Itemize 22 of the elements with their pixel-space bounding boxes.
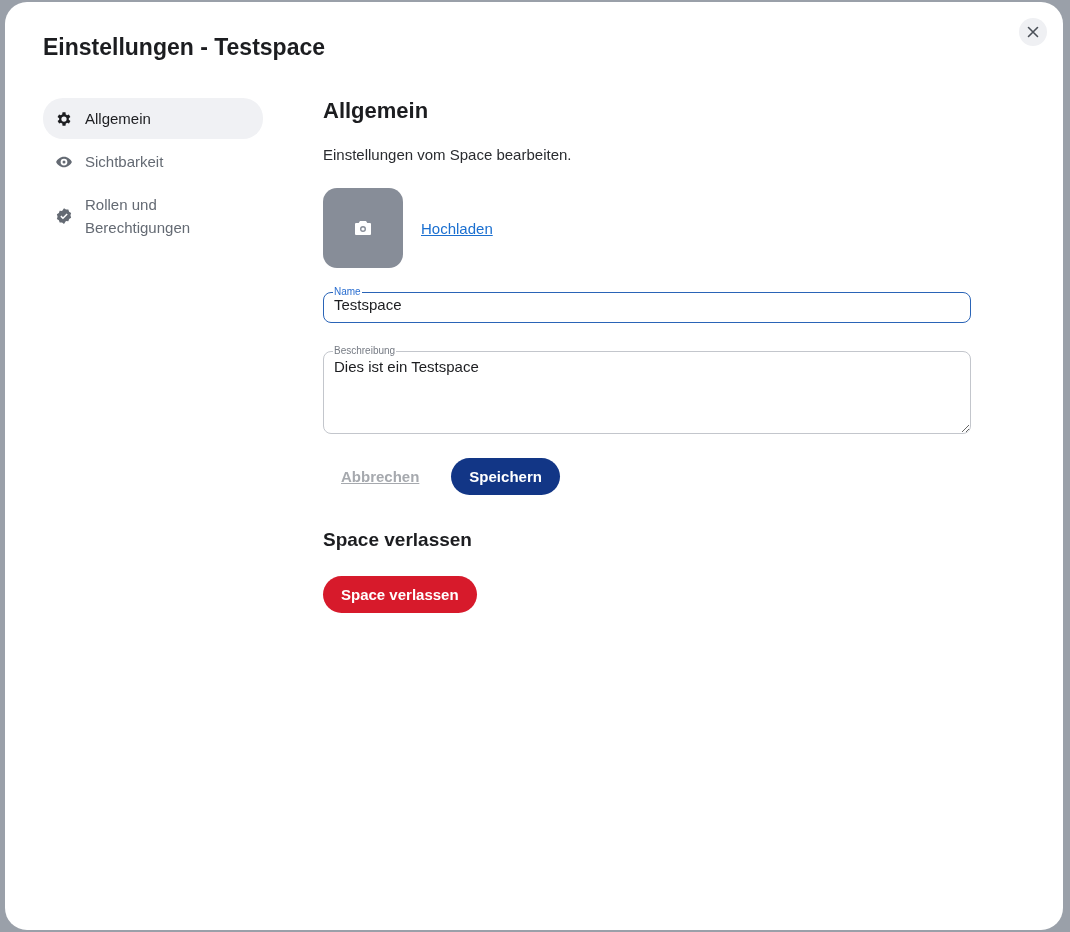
field-label: Name: [333, 286, 362, 298]
sidebar-item[interactable]: Rollen und Berechtigungen: [43, 184, 263, 248]
close-button[interactable]: [1019, 18, 1047, 46]
description-input[interactable]: Dies ist ein Testspace: [324, 355, 970, 433]
leave-heading: Space verlassen: [323, 529, 473, 551]
section-description: Einstellungen vom Space bearbeiten.: [323, 146, 573, 163]
gear-icon: [55, 109, 73, 128]
close-icon: [1027, 26, 1039, 38]
description-field[interactable]: Beschreibung Dies ist ein Testspace: [323, 345, 971, 434]
dialog-title: Einstellungen - Testspace: [43, 34, 327, 61]
name-input[interactable]: Testspace: [324, 296, 970, 322]
badge-check-icon: [55, 207, 73, 225]
save-button[interactable]: Speichern: [451, 458, 560, 495]
name-field[interactable]: Name Testspace: [323, 286, 971, 323]
camera-icon: [354, 220, 372, 236]
avatar-placeholder[interactable]: [323, 188, 403, 268]
upload-link[interactable]: Hochladen: [421, 219, 493, 237]
leave-button[interactable]: Space verlassen: [323, 576, 477, 613]
sidebar-item[interactable]: Allgemein: [43, 98, 263, 139]
section-heading: Allgemein: [323, 98, 430, 124]
field-label: Beschreibung: [333, 345, 397, 357]
sidebar-item[interactable]: Sichtbarkeit: [43, 141, 263, 182]
